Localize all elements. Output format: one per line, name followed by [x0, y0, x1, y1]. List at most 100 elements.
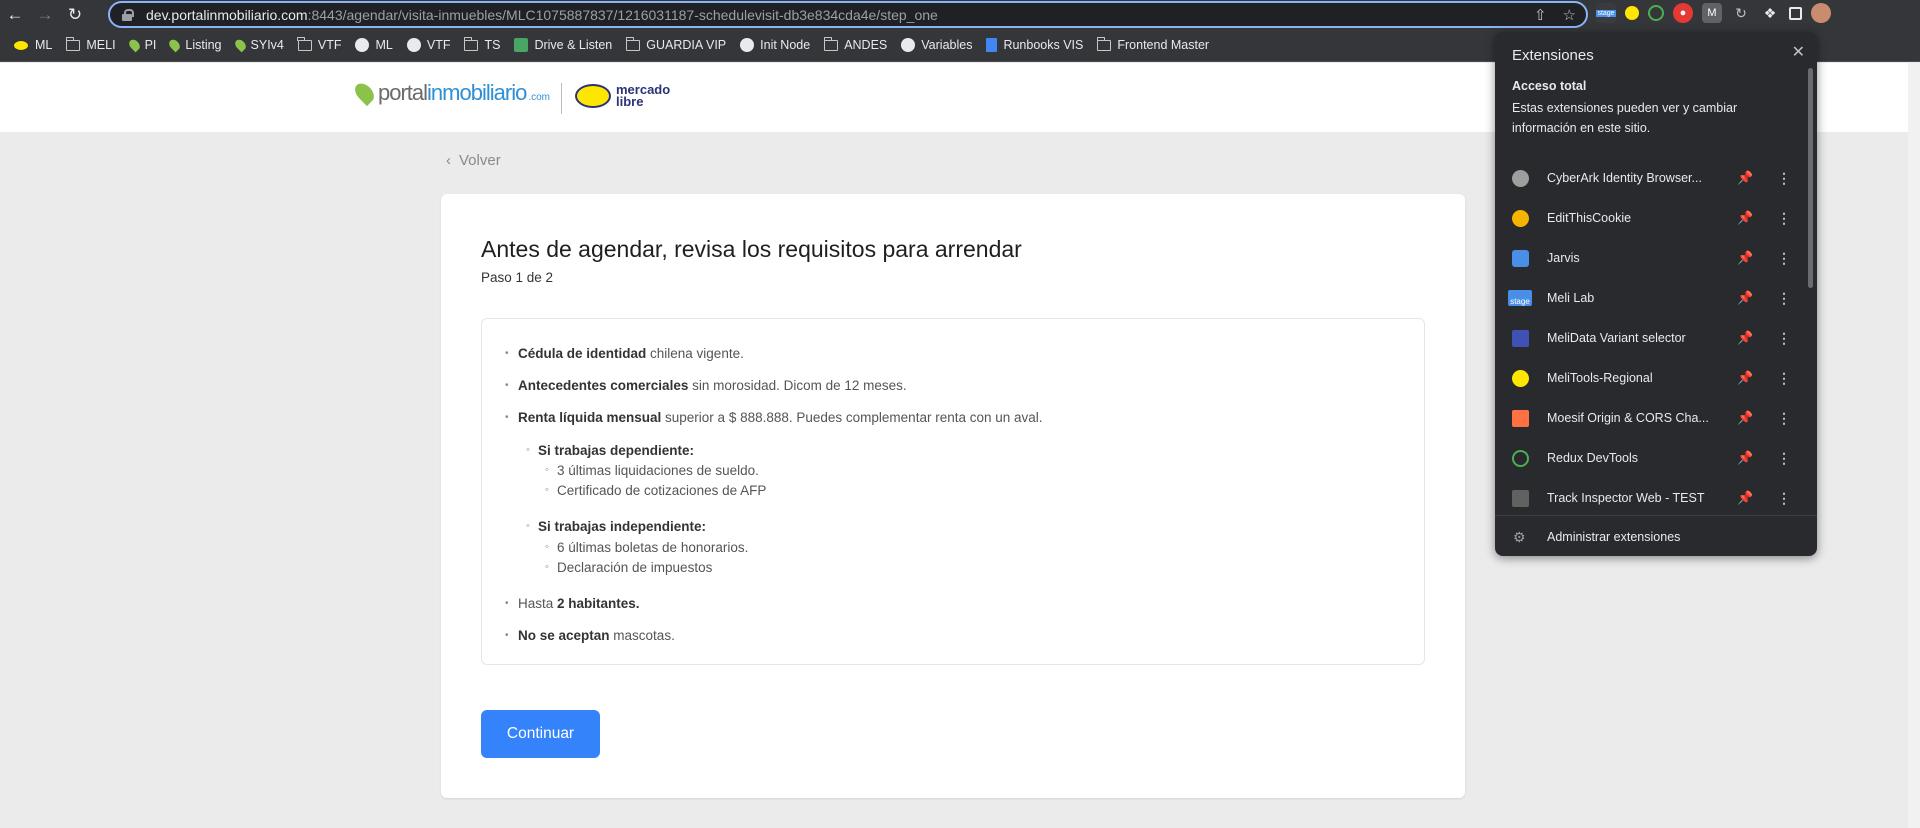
list-item: Renta líquida mensual superior a $ 888.8…: [505, 410, 1043, 425]
extension-item[interactable]: CyberArk Identity Browser... 📌 ⋮: [1495, 158, 1807, 198]
bookmark-item[interactable]: Frontend Master: [1096, 36, 1209, 52]
extensions-title: Extensiones: [1512, 47, 1594, 64]
more-options-icon[interactable]: ⋮: [1777, 370, 1791, 387]
extension-item[interactable]: Moesif Origin & CORS Cha... 📌 ⋮: [1495, 398, 1807, 438]
manage-extensions-button[interactable]: ⚙ Administrar extensiones: [1495, 524, 1817, 550]
list-item: Certificado de cotizaciones de AFP: [545, 483, 766, 498]
list-item: 6 últimas boletas de honorarios.: [545, 540, 748, 555]
extensions-popup: Extensiones ✕ Acceso total Estas extensi…: [1495, 32, 1817, 556]
forward-arrow-icon[interactable]: →: [30, 0, 60, 29]
pin-toggle-icon[interactable]: 📌: [1737, 210, 1753, 226]
bookmark-star-icon[interactable]: ☆: [1563, 6, 1576, 24]
bookmark-item[interactable]: GUARDIA VIP: [625, 36, 726, 52]
github-icon: [901, 38, 916, 52]
pin-icon: [126, 37, 142, 53]
bookmark-item[interactable]: SYIv4: [232, 37, 284, 53]
pin-toggle-icon[interactable]: 📌: [1737, 490, 1753, 506]
recorder-icon[interactable]: ●: [1673, 3, 1693, 23]
lock-icon[interactable]: [122, 8, 134, 21]
more-options-icon[interactable]: ⋮: [1777, 490, 1791, 507]
redux-devtools-icon: [1512, 449, 1529, 467]
chevron-left-icon: ‹: [446, 152, 451, 169]
pin-toggle-icon[interactable]: 📌: [1737, 170, 1753, 186]
puzzle-icon[interactable]: ❖: [1760, 3, 1780, 23]
url-text[interactable]: dev.portalinmobiliario.com:8443/agendar/…: [146, 7, 938, 23]
handshake-icon: [575, 84, 611, 108]
bookmark-item[interactable]: PI: [126, 37, 156, 53]
folder-icon: [625, 36, 641, 51]
pin-toggle-icon[interactable]: 📌: [1737, 290, 1753, 306]
side-panel-icon[interactable]: [1789, 6, 1802, 20]
bookmark-item[interactable]: Drive & Listen: [514, 38, 612, 52]
extension-item[interactable]: Redux DevTools 📌 ⋮: [1495, 438, 1807, 478]
more-options-icon[interactable]: ⋮: [1777, 170, 1791, 187]
cookie-icon: [1512, 209, 1529, 227]
folder-icon: [65, 36, 81, 51]
bookmark-item[interactable]: MELI: [65, 36, 116, 52]
more-options-icon[interactable]: ⋮: [1777, 410, 1791, 427]
meli-lab-icon[interactable]: stage: [1596, 3, 1616, 23]
bookmark-item[interactable]: ML: [355, 38, 393, 52]
meli-icon: [13, 39, 29, 51]
extension-toolbar: stage ● M ↻ ❖: [1596, 3, 1831, 23]
list-item: Cédula de identidad chilena vigente.: [505, 346, 744, 361]
cyberark-icon: [1512, 169, 1529, 187]
portalinmobiliario-logo[interactable]: portalinmobiliario .com: [351, 79, 550, 107]
extensions-scrollbar[interactable]: [1808, 68, 1813, 288]
more-options-icon[interactable]: ⋮: [1777, 250, 1791, 267]
melidata-icon: [1512, 329, 1529, 347]
extension-item[interactable]: Jarvis 📌 ⋮: [1495, 238, 1807, 278]
more-options-icon[interactable]: ⋮: [1777, 290, 1791, 307]
m-extension-icon[interactable]: M: [1702, 3, 1722, 23]
pin-toggle-icon[interactable]: 📌: [1737, 250, 1753, 266]
cyberark-icon[interactable]: ↻: [1731, 3, 1751, 23]
mercadolibre-logo[interactable]: mercado libre: [575, 83, 670, 108]
pin-toggle-icon[interactable]: 📌: [1737, 330, 1753, 346]
moesif-icon: [1512, 409, 1529, 427]
divider: [1495, 515, 1817, 516]
reload-icon[interactable]: ↻: [60, 0, 90, 29]
meli-lab-icon: stage: [1508, 290, 1532, 306]
logo-divider: [561, 83, 562, 114]
extension-item[interactable]: Track Inspector Web - TEST 📌 ⋮: [1495, 478, 1807, 518]
more-options-icon[interactable]: ⋮: [1777, 330, 1791, 347]
pin-toggle-icon[interactable]: 📌: [1737, 410, 1753, 426]
bookmark-item[interactable]: ML: [13, 38, 52, 52]
bookmark-item[interactable]: VTF: [297, 36, 341, 52]
melitools-icon[interactable]: [1625, 6, 1639, 20]
extension-item[interactable]: stage Meli Lab 📌 ⋮: [1495, 278, 1807, 318]
pin-toggle-icon[interactable]: 📌: [1737, 450, 1753, 466]
address-bar[interactable]: dev.portalinmobiliario.com:8443/agendar/…: [108, 1, 1588, 28]
extension-item[interactable]: MeliTools-Regional 📌 ⋮: [1495, 358, 1807, 398]
drive-icon: [514, 38, 529, 52]
back-arrow-icon[interactable]: ←: [0, 0, 30, 29]
continue-button[interactable]: Continuar: [481, 710, 600, 758]
doc-icon: [986, 38, 998, 52]
github-icon: [740, 38, 755, 52]
page-scrollbar[interactable]: [1908, 63, 1920, 828]
redux-devtools-icon[interactable]: [1648, 5, 1664, 21]
gear-icon: ⚙: [1513, 529, 1526, 545]
pin-toggle-icon[interactable]: 📌: [1737, 370, 1753, 386]
back-link[interactable]: ‹ Volver: [446, 152, 501, 169]
share-icon[interactable]: ⇧: [1534, 6, 1547, 24]
track-inspector-icon: [1512, 489, 1529, 507]
extension-item[interactable]: MeliData Variant selector 📌 ⋮: [1495, 318, 1807, 358]
list-item: Declaración de impuestos: [545, 560, 712, 575]
extension-item[interactable]: EditThisCookie 📌 ⋮: [1495, 198, 1807, 238]
avatar[interactable]: [1811, 3, 1831, 23]
bookmark-item[interactable]: ANDES: [823, 36, 887, 52]
list-item: 3 últimas liquidaciones de sueldo.: [545, 463, 759, 478]
independent-heading: Si trabajas independiente:: [526, 519, 706, 534]
close-icon[interactable]: ✕: [1792, 42, 1805, 62]
browser-toolbar: ← → ↻ dev.portalinmobiliario.com:8443/ag…: [0, 0, 1920, 29]
bookmark-item[interactable]: TS: [463, 36, 500, 52]
bookmark-item[interactable]: Init Node: [740, 38, 810, 52]
bookmark-item[interactable]: Runbooks VIS: [986, 38, 1083, 52]
more-options-icon[interactable]: ⋮: [1777, 210, 1791, 227]
bookmark-item[interactable]: Variables: [901, 38, 972, 52]
bookmark-item[interactable]: VTF: [406, 38, 450, 52]
more-options-icon[interactable]: ⋮: [1777, 450, 1791, 467]
bookmark-item[interactable]: Listing: [167, 37, 222, 53]
list-item: Hasta 2 habitantes.: [505, 596, 640, 611]
